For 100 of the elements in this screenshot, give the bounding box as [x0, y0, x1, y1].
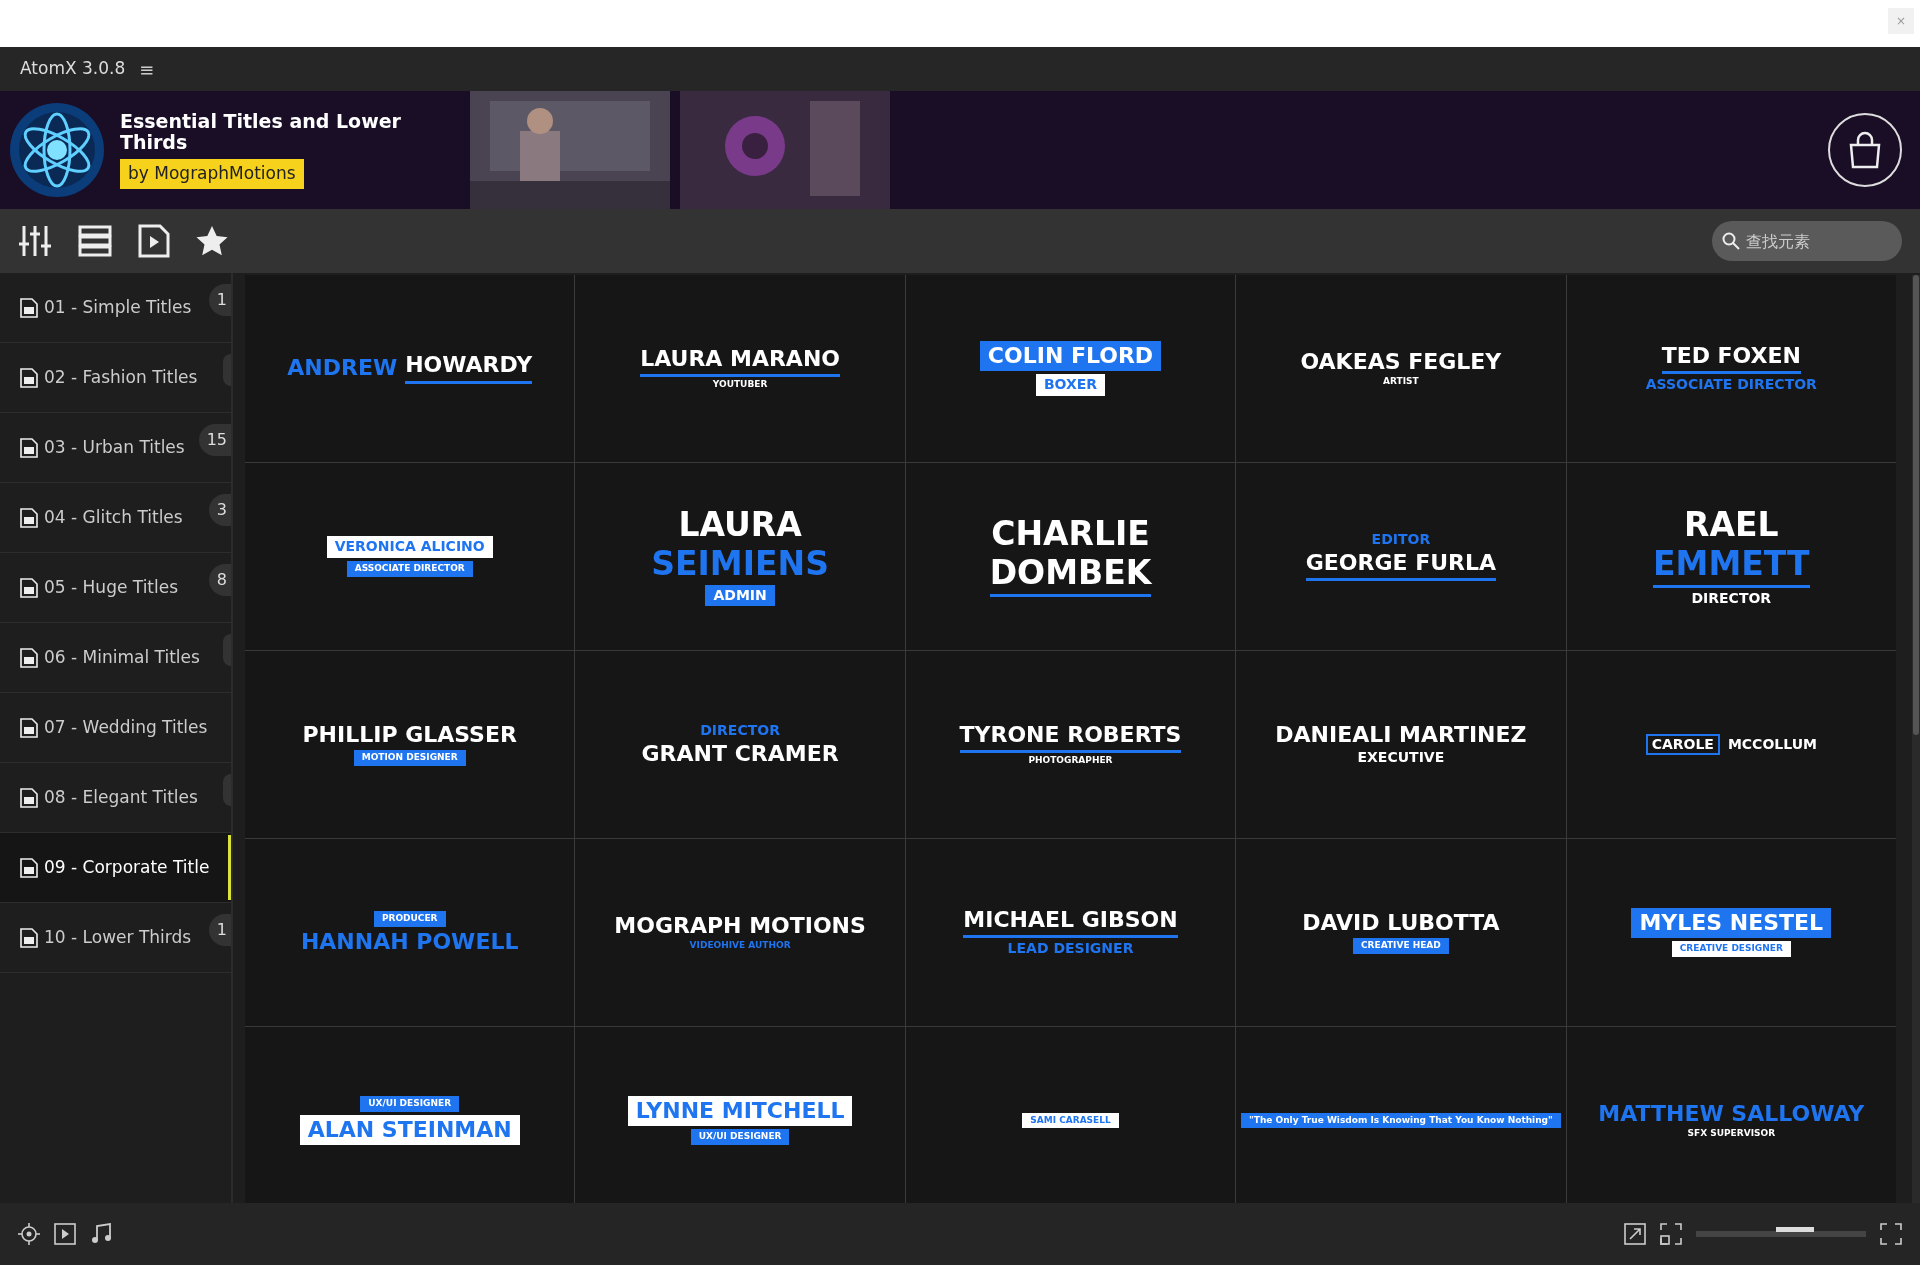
title-thumbnail[interactable]: "The Only True Wisdom Is Knowing That You Know Nothing" — [1236, 1027, 1566, 1203]
sidebar-item[interactable]: 02 - Fashion Titles — [0, 343, 223, 412]
category-label: 05 - Huge Titles — [44, 575, 179, 599]
count-badge: 1 — [208, 283, 231, 316]
fullscreen-icon[interactable] — [1880, 1223, 1902, 1245]
search-icon — [1722, 232, 1740, 250]
title-text: COLIN FLORD — [979, 341, 1162, 372]
title-thumbnail[interactable]: CHARLIE DOMBEK — [905, 463, 1236, 650]
title-thumbnail[interactable]: DAVID LUBOTTA CREATIVE HEAD — [1236, 839, 1566, 1026]
title-thumbnail[interactable]: VERONICA ALICINO ASSOCIATE DIRECTOR — [245, 463, 575, 650]
author-badge: by MographMotions — [120, 159, 304, 189]
title-text: CREATIVE HEAD — [1353, 938, 1449, 955]
title-thumbnail[interactable]: MOGRAPH MOTIONS VIDEOHIVE AUTHOR — [575, 839, 905, 1026]
title-thumbnail[interactable]: PRODUCER HANNAH POWELL — [245, 839, 575, 1026]
title-text: GRANT CRAMER — [641, 741, 839, 766]
scrollbar[interactable] — [1912, 275, 1920, 1203]
title-text: VIDEOHIVE AUTHOR — [689, 941, 791, 952]
count-badge: 8 — [208, 563, 231, 596]
target-icon[interactable] — [18, 1223, 40, 1245]
title-thumbnail[interactable]: RAEL EMMETT DIRECTOR — [1566, 463, 1896, 650]
sidebar-item[interactable]: 04 - Glitch Titles — [0, 483, 209, 552]
title-text: UX/UI DESIGNER — [690, 1129, 790, 1146]
shop-button[interactable] — [1828, 113, 1902, 187]
title-thumbnail[interactable]: MATTHEW SALLOWAY SFX SUPERVISOR — [1566, 1027, 1896, 1203]
title-thumbnail[interactable]: PHILLIP GLASSER MOTION DESIGNER — [245, 651, 575, 838]
ae-file-icon — [20, 577, 38, 598]
category-label: 04 - Glitch Titles — [44, 505, 183, 529]
sidebar-item[interactable]: 10 - Lower Thirds — [0, 903, 209, 972]
title-thumbnail[interactable]: DANIEALI MARTINEZ EXECUTIVE — [1236, 651, 1566, 838]
title-thumbnail[interactable]: EDITOR GEORGE FURLA — [1236, 463, 1566, 650]
title-text: CREATIVE DESIGNER — [1671, 941, 1791, 958]
title-text: ASSOCIATE DIRECTOR — [1645, 377, 1817, 393]
sidebar-item[interactable]: 01 - Simple Titles — [0, 273, 209, 342]
banner-title: Essential Titles and Lower Thirds — [120, 111, 402, 154]
search-field[interactable]: 查找元素 — [1712, 221, 1902, 261]
title-thumbnail[interactable]: LYNNE MITCHELL UX/UI DESIGNER — [575, 1027, 905, 1203]
title-thumbnail[interactable]: CAROLE MCCOLLUM — [1566, 651, 1896, 838]
title-text: LEAD DESIGNER — [1007, 941, 1134, 957]
title-text: MOTION DESIGNER — [353, 750, 466, 767]
title-text: HANNAH POWELL — [300, 929, 519, 955]
title-thumbnail[interactable]: ANDREW HOWARDY — [245, 275, 575, 462]
ae-file-icon — [20, 857, 38, 878]
title-thumbnail[interactable]: DIRECTOR GRANT CRAMER — [575, 651, 905, 838]
sidebar-item[interactable]: 08 - Elegant Titles — [0, 763, 223, 832]
title-text: EDITOR — [1371, 532, 1431, 548]
title-text: EMMETT — [1653, 545, 1810, 589]
count-badge: 3 — [208, 493, 231, 526]
menu-icon[interactable]: ≡ — [139, 55, 155, 83]
sidebar-item[interactable]: 05 - Huge Titles — [0, 553, 209, 622]
title-text: PRODUCER — [373, 910, 446, 927]
title-text: RAEL — [1684, 506, 1779, 543]
ae-file-icon — [20, 787, 38, 808]
music-note-icon[interactable] — [90, 1223, 112, 1245]
title-text: MYLES NESTEL — [1631, 907, 1832, 939]
list-icon[interactable] — [78, 225, 112, 257]
title-text: ARTIST — [1383, 377, 1419, 388]
title-text: YOUTUBER — [712, 380, 768, 391]
title-text: CHARLIE — [991, 515, 1150, 552]
title-thumbnail[interactable]: LAURA MARANO YOUTUBER — [575, 275, 905, 462]
sidebar-item[interactable]: 07 - Wedding Titles — [0, 693, 231, 762]
slider-thumb[interactable] — [1775, 1227, 1814, 1232]
video-file-icon[interactable] — [138, 224, 170, 258]
title-thumbnail[interactable]: TED FOXEN ASSOCIATE DIRECTOR — [1566, 275, 1896, 462]
category-label: 06 - Minimal Titles — [44, 645, 200, 669]
title-text: TED FOXEN — [1661, 344, 1801, 375]
category-label: 10 - Lower Thirds — [44, 925, 192, 949]
title-text: MOGRAPH MOTIONS — [614, 913, 866, 939]
category-label: 07 - Wedding Titles — [44, 715, 208, 739]
title-thumbnail[interactable]: LAURA SEIMIENS ADMIN — [575, 463, 905, 650]
title-thumbnail[interactable]: TYRONE ROBERTS PHOTOGRAPHER — [905, 651, 1236, 838]
title-text: PHOTOGRAPHER — [1028, 756, 1113, 767]
sidebar-item[interactable]: 06 - Minimal Titles — [0, 623, 223, 692]
title-text: VERONICA ALICINO — [326, 536, 493, 558]
title-text: DIRECTOR — [700, 723, 780, 739]
title-text: DIRECTOR — [1691, 591, 1772, 607]
fit-icon[interactable] — [1660, 1223, 1682, 1245]
title-text: MATTHEW SALLOWAY — [1598, 1101, 1865, 1127]
resize-icon[interactable] — [1624, 1223, 1646, 1245]
sidebar-item[interactable]: 03 - Urban Titles — [0, 413, 199, 482]
title-thumbnail[interactable]: UX/UI DESIGNER ALAN STEINMAN — [245, 1027, 575, 1203]
shopping-bag-icon — [1847, 131, 1883, 169]
count-badge: 1 — [208, 913, 231, 946]
title-text: OAKEAS FEGLEY — [1300, 349, 1502, 375]
title-text: LAURA MARANO — [640, 346, 840, 378]
title-text: LYNNE MITCHELL — [627, 1095, 853, 1127]
category-label: 01 - Simple Titles — [44, 295, 192, 319]
ae-file-icon — [20, 437, 38, 458]
title-text: PHILLIP GLASSER — [302, 722, 517, 748]
sliders-icon[interactable] — [18, 224, 52, 258]
title-text: ADMIN — [705, 585, 775, 607]
title-thumbnail[interactable]: MYLES NESTEL CREATIVE DESIGNER — [1566, 839, 1896, 1026]
title-text: LAURA — [678, 506, 802, 543]
play-icon[interactable] — [54, 1223, 76, 1245]
title-thumbnail[interactable]: SAMI CARASELL — [905, 1027, 1236, 1203]
title-text: ALAN STEINMAN — [299, 1114, 520, 1146]
category-label: 08 - Elegant Titles — [44, 785, 198, 809]
star-icon[interactable] — [196, 225, 228, 257]
title-thumbnail[interactable]: COLIN FLORD BOXER — [905, 275, 1236, 462]
title-thumbnail[interactable]: MICHAEL GIBSON LEAD DESIGNER — [905, 839, 1236, 1026]
title-thumbnail[interactable]: OAKEAS FEGLEY ARTIST — [1236, 275, 1566, 462]
